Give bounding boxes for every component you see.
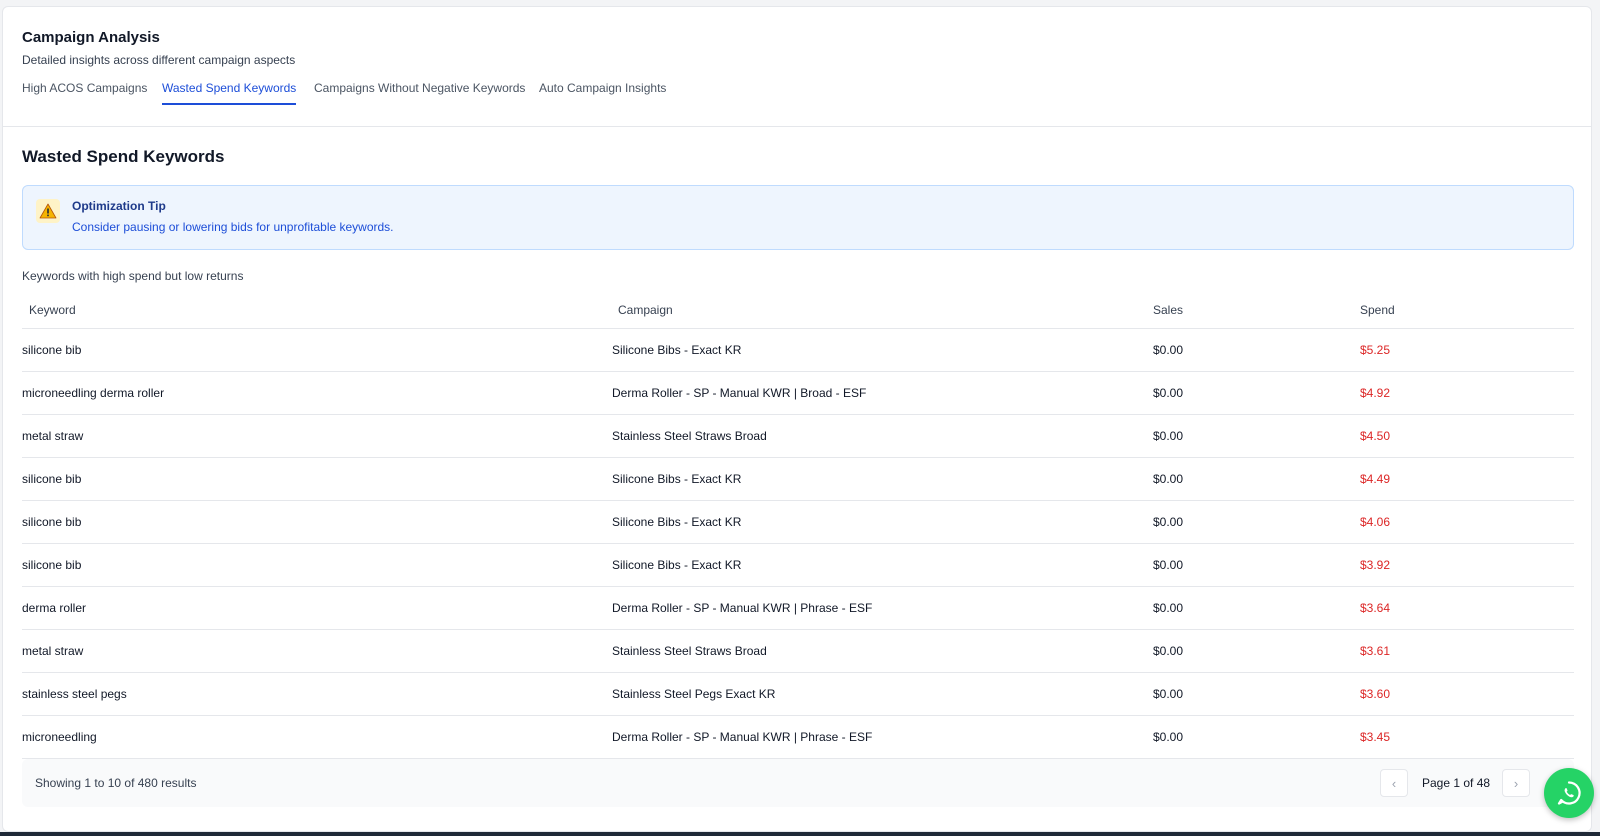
keyword-cell: microneedling derma roller (22, 371, 605, 415)
sales-cell: $0.00 (1153, 328, 1360, 372)
campaign-analysis-panel: Campaign Analysis Detailed insights acro… (2, 6, 1592, 832)
previous-page-button[interactable]: ‹ (1380, 769, 1408, 797)
tab-high-acos-campaigns[interactable]: High ACOS Campaigns (22, 81, 147, 103)
keyword-cell: metal straw (22, 414, 605, 458)
campaign-cell: Derma Roller - SP - Manual KWR | Phrase … (605, 715, 1153, 759)
keyword-cell: silicone bib (22, 457, 605, 501)
keyword-cell: silicone bib (22, 328, 605, 372)
sales-cell: $0.00 (1153, 500, 1360, 544)
campaign-cell: Silicone Bibs - Exact KR (605, 500, 1153, 544)
tab-wasted-spend-keywords[interactable]: Wasted Spend Keywords (162, 81, 297, 105)
page-indicator: Page 1 of 48 (1422, 776, 1491, 790)
sales-cell: $0.00 (1153, 586, 1360, 630)
campaign-cell: Stainless Steel Straws Broad (605, 629, 1153, 673)
tip-text: Consider pausing or lowering bids for un… (72, 220, 394, 234)
keyword-cell: microneedling (22, 715, 605, 759)
table-row: silicone bib Silicone Bibs - Exact KR $0… (22, 543, 1574, 587)
spend-cell: $3.64 (1360, 586, 1574, 630)
keyword-cell: metal straw (22, 629, 605, 673)
sales-cell: $0.00 (1153, 629, 1360, 673)
next-page-button[interactable]: › (1502, 769, 1530, 797)
table-row: silicone bib Silicone Bibs - Exact KR $0… (22, 500, 1574, 544)
sales-cell: $0.00 (1153, 672, 1360, 716)
column-header-spend: Spend (1360, 292, 1574, 329)
tab-auto-campaign-insights[interactable]: Auto Campaign Insights (539, 81, 666, 103)
sales-cell: $0.00 (1153, 414, 1360, 458)
chevron-left-icon: ‹ (1391, 775, 1397, 791)
table-row: metal straw Stainless Steel Straws Broad… (22, 414, 1574, 458)
campaign-cell: Silicone Bibs - Exact KR (605, 328, 1153, 372)
column-header-campaign: Campaign (605, 292, 1153, 329)
campaign-cell: Silicone Bibs - Exact KR (605, 457, 1153, 501)
campaign-cell: Stainless Steel Pegs Exact KR (605, 672, 1153, 716)
results-count: Showing 1 to 10 of 480 results (35, 776, 197, 790)
table-header-row: Keyword Campaign Sales Spend (22, 292, 1574, 329)
spend-cell: $4.06 (1360, 500, 1574, 544)
spend-cell: $3.61 (1360, 629, 1574, 673)
sales-cell: $0.00 (1153, 715, 1360, 759)
wasted-spend-table: Keyword Campaign Sales Spend silicone bi… (22, 292, 1574, 759)
sales-cell: $0.00 (1153, 543, 1360, 587)
optimization-tip-box: Optimization Tip Consider pausing or low… (22, 185, 1574, 250)
page-subtitle: Detailed insights across different campa… (22, 53, 296, 67)
whatsapp-chat-button[interactable] (1544, 768, 1594, 818)
campaign-cell: Silicone Bibs - Exact KR (605, 543, 1153, 587)
table-row: silicone bib Silicone Bibs - Exact KR $0… (22, 457, 1574, 501)
spend-cell: $3.45 (1360, 715, 1574, 759)
table-row: stainless steel pegs Stainless Steel Peg… (22, 672, 1574, 716)
spend-cell: $4.49 (1360, 457, 1574, 501)
campaign-cell: Stainless Steel Straws Broad (605, 414, 1153, 458)
bottom-edge-bar (0, 832, 1600, 836)
spend-cell: $4.92 (1360, 371, 1574, 415)
keyword-cell: stainless steel pegs (22, 672, 605, 716)
spend-cell: $3.92 (1360, 543, 1574, 587)
table-row: silicone bib Silicone Bibs - Exact KR $0… (22, 328, 1574, 372)
campaign-cell: Derma Roller - SP - Manual KWR | Broad -… (605, 371, 1153, 415)
sales-cell: $0.00 (1153, 457, 1360, 501)
table-caption: Keywords with high spend but low returns (22, 269, 244, 283)
table-row: microneedling Derma Roller - SP - Manual… (22, 715, 1574, 759)
column-header-keyword: Keyword (22, 292, 605, 329)
keyword-cell: silicone bib (22, 543, 605, 587)
warning-icon (36, 199, 60, 223)
table-row: microneedling derma roller Derma Roller … (22, 371, 1574, 415)
table-row: derma roller Derma Roller - SP - Manual … (22, 586, 1574, 630)
panel-header: Campaign Analysis Detailed insights acro… (3, 7, 1591, 127)
spend-cell: $4.50 (1360, 414, 1574, 458)
spend-cell: $3.60 (1360, 672, 1574, 716)
keyword-cell: silicone bib (22, 500, 605, 544)
table-row: metal straw Stainless Steel Straws Broad… (22, 629, 1574, 673)
whatsapp-icon (1557, 781, 1581, 805)
page-title: Campaign Analysis (22, 29, 160, 46)
spend-cell: $5.25 (1360, 328, 1574, 372)
keyword-cell: derma roller (22, 586, 605, 630)
campaign-cell: Derma Roller - SP - Manual KWR | Phrase … (605, 586, 1153, 630)
chevron-right-icon: › (1513, 775, 1519, 791)
tip-title: Optimization Tip (72, 199, 166, 213)
pagination-footer: Showing 1 to 10 of 480 results ‹ Page 1 … (22, 759, 1574, 807)
sales-cell: $0.00 (1153, 371, 1360, 415)
section-title: Wasted Spend Keywords (22, 147, 225, 166)
column-header-sales: Sales (1153, 292, 1360, 329)
tab-campaigns-without-negative-keywords[interactable]: Campaigns Without Negative Keywords (314, 81, 525, 103)
